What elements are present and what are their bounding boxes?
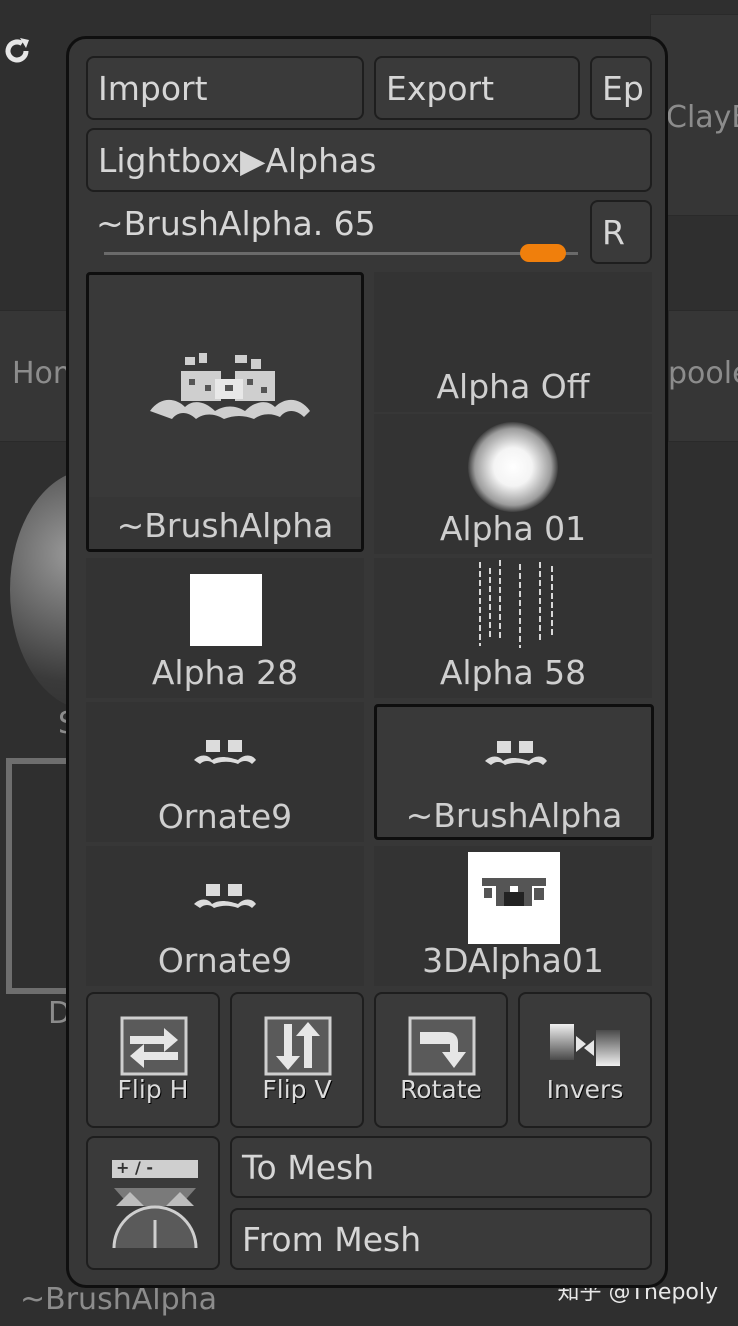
- invers-button[interactable]: Invers: [518, 992, 652, 1128]
- alpha-3dalpha01[interactable]: 3DAlpha01: [374, 846, 652, 986]
- alpha-ornate9-b[interactable]: Ornate9: [86, 846, 364, 986]
- brush-alpha-slider[interactable]: [104, 252, 578, 255]
- alpha-label: Ornate9: [157, 797, 293, 836]
- alpha-01[interactable]: Alpha 01: [374, 414, 652, 554]
- alpha-label: ~BrushAlpha: [116, 506, 334, 545]
- import-button[interactable]: Import: [86, 56, 364, 120]
- alpha-ornate9-a[interactable]: Ornate9: [86, 702, 364, 842]
- refresh-icon[interactable]: [0, 34, 34, 68]
- midvalue-button[interactable]: + / -: [86, 1136, 220, 1270]
- ep-button[interactable]: Ep: [590, 56, 652, 120]
- alpha-label: ~BrushAlpha: [405, 796, 623, 835]
- brush-alpha-slider-knob[interactable]: [520, 244, 566, 262]
- flip-v-button[interactable]: Flip V: [230, 992, 364, 1128]
- from-mesh-button[interactable]: From Mesh: [230, 1208, 652, 1270]
- midvalue-icon-text: + / -: [116, 1158, 154, 1177]
- alpha-label: Ornate9: [157, 941, 293, 980]
- alpha-label: Alpha Off: [436, 367, 590, 406]
- lightbox-alphas-button[interactable]: Lightbox▶Alphas: [86, 128, 652, 192]
- rotate-icon: [408, 1016, 476, 1076]
- export-button[interactable]: Export: [374, 56, 580, 120]
- tool-label: Invers: [546, 1075, 624, 1104]
- ornate-small-thumbnail: [485, 741, 547, 765]
- alpha-28[interactable]: Alpha 28: [86, 558, 364, 698]
- ornate-small-thumbnail: [194, 740, 256, 764]
- alpha-label: Alpha 58: [439, 653, 587, 692]
- alpha-off[interactable]: Alpha Off: [374, 272, 652, 412]
- flip-h-icon: [120, 1016, 188, 1076]
- bg-clay-label: ClayB: [666, 100, 738, 135]
- alpha-label: Alpha 01: [439, 509, 587, 548]
- invert-icon: [550, 1024, 620, 1066]
- ornate-small-thumbnail: [194, 884, 256, 908]
- alpha-label: 3DAlpha01: [422, 941, 604, 980]
- streaks-thumbnail: [479, 560, 553, 648]
- ornate-dark-glyph: [482, 878, 546, 906]
- tool-label: Rotate: [400, 1075, 482, 1104]
- brush-alpha-slider-label: ~BrushAlpha. 65: [96, 204, 376, 243]
- rotate-button[interactable]: Rotate: [374, 992, 508, 1128]
- tool-label: Flip V: [262, 1075, 332, 1104]
- bg-poole-label: poole: [668, 356, 738, 391]
- alpha-label: Alpha 28: [151, 653, 299, 692]
- tool-label: Flip H: [117, 1075, 189, 1104]
- flip-v-icon: [264, 1016, 332, 1076]
- alpha-58[interactable]: Alpha 58: [374, 558, 652, 698]
- flip-h-button[interactable]: Flip H: [86, 992, 220, 1128]
- alpha-brushalpha[interactable]: ~BrushAlpha: [374, 704, 654, 840]
- white-square-thumbnail: [190, 574, 262, 646]
- ornate-large-thumbnail: [150, 353, 310, 419]
- soft-dot-thumbnail: [468, 422, 558, 512]
- ornate-on-white-thumbnail: [468, 852, 560, 944]
- reset-r-button[interactable]: R: [590, 200, 652, 264]
- to-mesh-button[interactable]: To Mesh: [230, 1136, 652, 1198]
- alpha-current-brushalpha[interactable]: ~BrushAlpha: [86, 272, 364, 552]
